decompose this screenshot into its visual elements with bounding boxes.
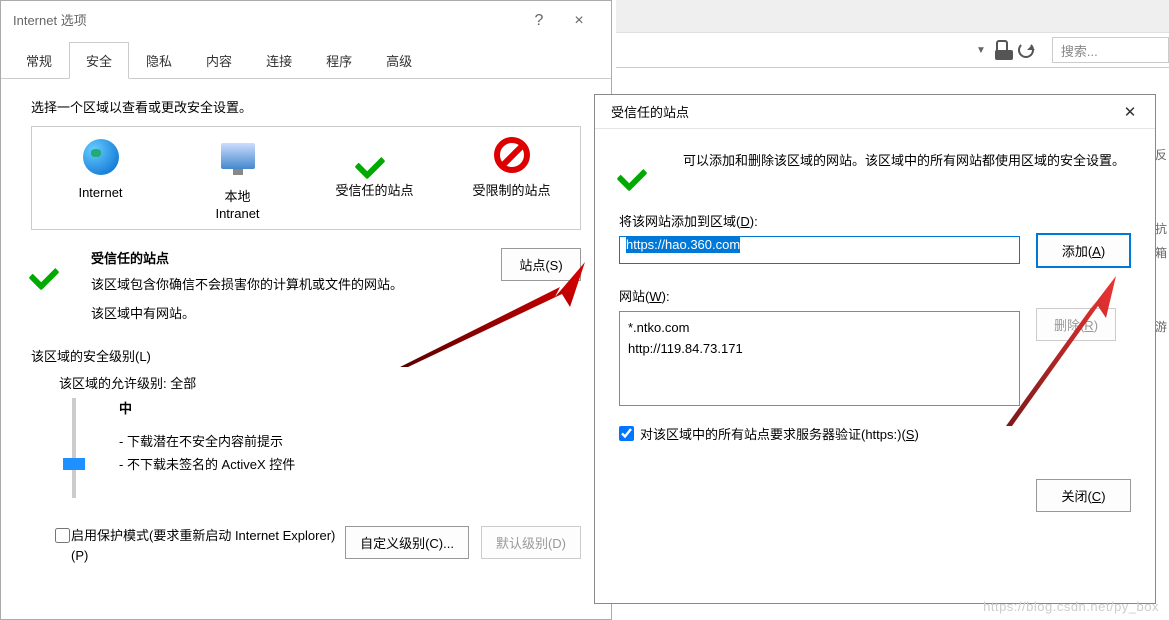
tab-advanced[interactable]: 高级 xyxy=(369,42,429,79)
zone-label: 本地 Intranet xyxy=(169,189,306,223)
sites-button[interactable]: 站点(S) xyxy=(501,248,581,281)
tab-strip: 常规 安全 隐私 内容 连接 程序 高级 xyxy=(1,41,611,79)
allow-level-label: 该区域的允许级别: 全部 xyxy=(59,373,581,392)
check-icon xyxy=(357,137,393,173)
dialog-titlebar: Internet 选项 ? × xyxy=(1,1,611,41)
watermark: https://blog.csdn.net/py_box xyxy=(983,599,1159,614)
help-button[interactable]: ? xyxy=(519,1,559,41)
custom-level-button[interactable]: 自定义级别(C)... xyxy=(345,526,469,559)
zone-label: Internet xyxy=(32,185,169,202)
dialog-titlebar: 受信任的站点 ✕ xyxy=(595,95,1155,129)
zone-label: 受信任的站点 xyxy=(306,183,443,200)
default-level-button: 默认级别(D) xyxy=(481,526,581,559)
slider-desc: - 下载潜在不安全内容前提示 xyxy=(119,431,295,450)
zone-restricted-sites[interactable]: 受限制的站点 xyxy=(443,137,580,223)
zone-local-intranet[interactable]: 本地 Intranet xyxy=(169,137,306,223)
add-button[interactable]: 添加(A) xyxy=(1036,233,1131,268)
tab-connections[interactable]: 连接 xyxy=(249,42,309,79)
tab-programs[interactable]: 程序 xyxy=(309,42,369,79)
slider-track xyxy=(72,398,76,498)
protect-mode-label: 启用保护模式(要求重新启动 Internet Explorer)(P) xyxy=(71,526,345,565)
globe-icon xyxy=(83,139,119,175)
search-input[interactable]: 搜索... xyxy=(1052,37,1169,63)
add-site-label: 将该网站添加到区域(D): xyxy=(619,211,1020,230)
protect-mode-checkbox[interactable] xyxy=(55,528,70,543)
require-https-label: 对该区域中的所有站点要求服务器验证(https:)(S) xyxy=(640,424,919,443)
refresh-icon[interactable] xyxy=(1018,42,1034,58)
tab-content[interactable]: 内容 xyxy=(189,42,249,79)
select-zone-label: 选择一个区域以查看或更改安全设置。 xyxy=(31,97,581,116)
zone-selector: Internet 本地 Intranet 受信任的站点 受限制的站点 xyxy=(31,126,581,230)
tab-general[interactable]: 常规 xyxy=(9,42,69,79)
intro-text: 可以添加和删除该区域的网站。该区域中的所有网站都使用区域的安全设置。 xyxy=(669,149,1131,185)
add-site-value: https://hao.360.com xyxy=(626,236,740,253)
list-item[interactable]: http://119.84.73.171 xyxy=(628,339,1011,360)
close-button[interactable]: × xyxy=(559,1,599,41)
security-level-label: 该区域的安全级别(L) xyxy=(31,346,581,365)
trusted-sites-dialog: 受信任的站点 ✕ 可以添加和删除该区域的网站。该区域中的所有网站都使用区域的安全… xyxy=(594,94,1156,604)
zone-trusted-sites[interactable]: 受信任的站点 xyxy=(306,137,443,223)
tab-security[interactable]: 安全 xyxy=(69,42,129,79)
add-site-input[interactable]: https://hao.360.com xyxy=(619,236,1020,264)
list-item[interactable]: *.ntko.com xyxy=(628,318,1011,339)
remove-button: 删除(R) xyxy=(1036,308,1116,341)
dropdown-icon[interactable]: ▼ xyxy=(976,45,986,56)
close-dialog-button[interactable]: 关闭(C) xyxy=(1036,479,1131,512)
dialog-title: 受信任的站点 xyxy=(611,102,1115,121)
check-icon xyxy=(619,149,669,185)
sites-listbox[interactable]: *.ntko.com http://119.84.73.171 xyxy=(619,311,1020,406)
require-https-checkbox[interactable] xyxy=(619,426,634,441)
slider-level: 中 xyxy=(119,398,295,417)
trusted-desc: 该区域中有网站。 xyxy=(91,304,461,325)
forbidden-icon xyxy=(494,137,530,173)
background-strip xyxy=(616,0,1169,32)
search-placeholder: 搜索... xyxy=(1061,41,1098,60)
server-icon xyxy=(221,143,255,169)
sites-list-label: 网站(W): xyxy=(619,286,1020,305)
security-slider[interactable] xyxy=(59,398,89,508)
browser-toolbar: ▼ 搜索... xyxy=(616,32,1169,68)
slider-thumb[interactable] xyxy=(63,458,85,470)
slider-desc: - 不下载未签名的 ActiveX 控件 xyxy=(119,454,295,473)
tab-privacy[interactable]: 隐私 xyxy=(129,42,189,79)
zone-internet[interactable]: Internet xyxy=(32,137,169,223)
trusted-heading: 受信任的站点 xyxy=(91,248,461,267)
internet-options-dialog: Internet 选项 ? × 常规 安全 隐私 内容 连接 程序 高级 选择一… xyxy=(0,0,612,620)
dialog-title: Internet 选项 xyxy=(13,1,519,41)
trusted-desc: 该区域包含你确信不会损害你的计算机或文件的网站。 xyxy=(91,275,461,296)
check-icon xyxy=(31,248,81,284)
lock-icon[interactable] xyxy=(996,40,1008,54)
close-button[interactable]: ✕ xyxy=(1115,103,1145,121)
zone-label: 受限制的站点 xyxy=(443,183,580,200)
